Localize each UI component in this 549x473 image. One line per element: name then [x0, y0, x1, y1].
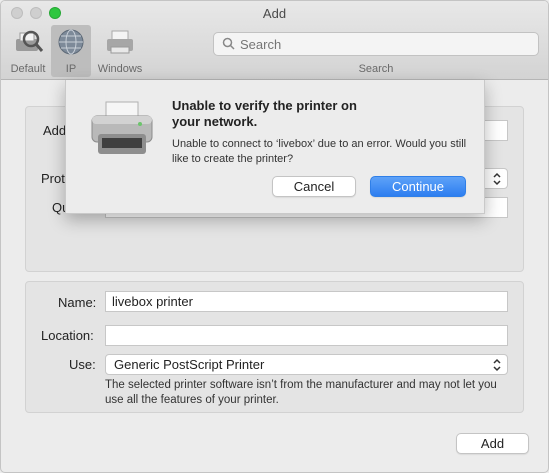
toolbar-default-label: Default — [10, 63, 46, 75]
search-icon — [222, 37, 235, 50]
name-field[interactable] — [105, 291, 508, 312]
printer-icon — [91, 101, 153, 154]
toolbar-windows-button[interactable]: Windows — [93, 25, 147, 77]
toolbar-ip-label: IP — [65, 63, 77, 75]
driver-help-text: The selected printer software isn’t from… — [105, 379, 497, 406]
name-label: Name: — [58, 295, 97, 310]
location-field[interactable] — [105, 325, 508, 346]
toolbar-ip-button[interactable]: IP — [51, 25, 91, 77]
search-field[interactable] — [213, 32, 539, 56]
add-button[interactable]: Add — [456, 433, 529, 454]
alert-message: Unable to connect to ‘livebox’ due to an… — [172, 138, 467, 165]
toolbar: Add Default IP Windows Search Search — [1, 1, 548, 80]
alert-title: Unable to verify the printer on your net… — [172, 98, 357, 129]
cancel-button[interactable]: Cancel — [272, 176, 356, 197]
select-arrows-icon — [493, 358, 501, 372]
toolbar-default-button[interactable]: Default — [5, 25, 51, 77]
continue-button[interactable]: Continue — [370, 176, 466, 197]
add-printer-window: Add Default IP Windows Search Search Add… — [0, 0, 549, 473]
address-label: Add — [43, 123, 67, 138]
protocol-label: Prot — [41, 171, 65, 186]
select-arrows-icon — [493, 172, 501, 186]
search-input[interactable] — [238, 35, 528, 53]
search-label: Search — [358, 63, 394, 75]
use-label: Use: — [69, 357, 96, 372]
windows-printer-icon — [107, 30, 133, 54]
location-label: Location: — [41, 328, 94, 343]
use-select[interactable]: Generic PostScript Printer — [105, 354, 508, 375]
use-select-value: Generic PostScript Printer — [114, 357, 265, 372]
globe-icon — [58, 29, 84, 55]
window-title: Add — [262, 6, 287, 21]
toolbar-windows-label: Windows — [97, 63, 143, 75]
alert-sheet: Unable to verify the printer on your net… — [65, 80, 485, 214]
default-printer-icon — [16, 30, 44, 52]
